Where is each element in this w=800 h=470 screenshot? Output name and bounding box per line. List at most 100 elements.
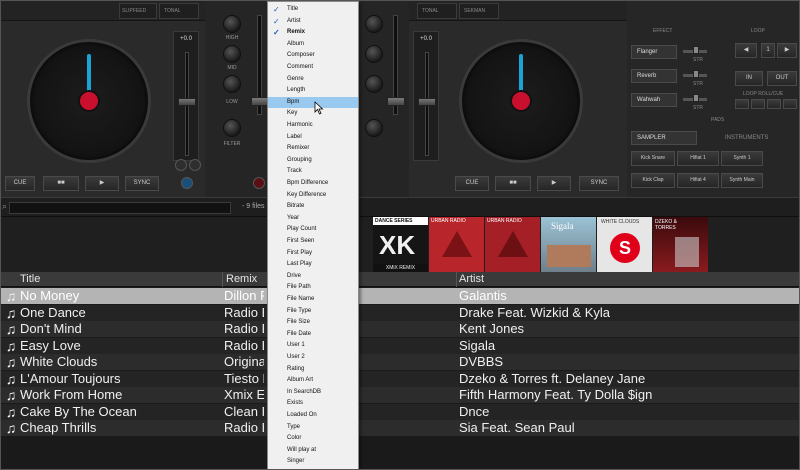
left-jog-wheel[interactable] (27, 39, 151, 163)
table-row[interactable]: ♫ White Clouds Origina DVBBS (1, 354, 799, 370)
left-cue-headphone-icon[interactable] (253, 177, 265, 189)
menu-item-play-count[interactable]: Play Count (268, 224, 358, 236)
menu-item-singer[interactable]: Singer (268, 456, 358, 468)
left-high-knob[interactable] (223, 15, 241, 33)
right-pitch-handle[interactable] (418, 98, 436, 106)
menu-item-remixer[interactable]: Remixer (268, 143, 358, 155)
right-volume-handle[interactable] (387, 97, 405, 106)
sampler-dropdown[interactable]: SAMPLER (631, 131, 697, 145)
effect-2-select[interactable]: Reverb (631, 69, 677, 83)
table-row[interactable]: ♫Don't Mind Radio E Kent Jones (1, 321, 799, 337)
loop-double-button[interactable]: ▶ (777, 43, 797, 58)
right-filter-knob[interactable] (365, 119, 383, 137)
menu-item-key-difference[interactable]: Key Difference (268, 190, 358, 202)
left-filter-knob[interactable] (223, 119, 241, 137)
left-cue-button[interactable]: CUE (5, 176, 35, 191)
right-low-knob[interactable] (365, 75, 383, 93)
sampler-pad-1[interactable]: Kick Snare (631, 151, 675, 166)
sampler-pad-3[interactable]: Synth 1 (721, 151, 763, 166)
menu-item-first-seen[interactable]: First Seen (268, 236, 358, 248)
menu-item-composer[interactable]: Composer (268, 50, 358, 62)
loop-in-button[interactable]: IN (735, 71, 763, 86)
menu-item-harmonic[interactable]: Harmonic (268, 120, 358, 132)
left-tab-2[interactable]: TONAL (159, 3, 199, 19)
right-mid-knob[interactable] (365, 45, 383, 63)
loop-roll-4-button[interactable] (783, 99, 797, 109)
left-tab-1[interactable]: SLIPFEED (119, 3, 157, 19)
left-pitch-handle[interactable] (178, 98, 196, 106)
menu-item-artist[interactable]: ✓ Artist (268, 16, 358, 28)
effect-2-slider-handle[interactable] (693, 70, 699, 78)
menu-item-genre[interactable]: Genre (268, 74, 358, 86)
menu-item-album-art[interactable]: Album Art (268, 375, 358, 387)
menu-item-file-type[interactable]: File Type (268, 306, 358, 318)
left-pitch-plus-button[interactable] (189, 159, 201, 171)
table-row[interactable]: ♫L'Amour Toujours Tiesto E Dzeko & Torres … (1, 370, 799, 387)
sampler-pad-2[interactable]: Hifiat 1 (677, 151, 719, 166)
column-header-title[interactable]: Title (1, 272, 223, 287)
white-clouds-cover[interactable]: WHITE CLOUDS S (597, 217, 652, 272)
left-pitch-minus-button[interactable] (175, 159, 187, 171)
menu-item-user-1[interactable]: User 1 (268, 340, 358, 352)
table-row[interactable]: ♫Easy Love Radio E Sigala (1, 337, 799, 354)
menu-item-loaded-on[interactable]: Loaded On (268, 410, 358, 422)
loop-half-button[interactable]: ◀ (735, 43, 757, 58)
right-cue-button[interactable]: CUE (455, 176, 489, 191)
menu-item-type[interactable]: Type (268, 422, 358, 434)
effect-3-select[interactable]: Wahwah (631, 93, 677, 107)
menu-item-will-play-at[interactable]: Will play at (268, 445, 358, 457)
menu-item-length[interactable]: Length (268, 85, 358, 97)
dance-series-cover[interactable]: DANCE SERIES XK XMiX REMIX (373, 217, 428, 272)
menu-item-exists[interactable]: Exists (268, 398, 358, 410)
table-row[interactable]: ♫ No Money Dillon F Galantis (1, 288, 799, 304)
menu-item-user-2[interactable]: User 2 (268, 352, 358, 364)
menu-item-label[interactable]: Label (268, 132, 358, 144)
menu-item-rating[interactable]: Rating (268, 364, 358, 376)
right-sync-button[interactable]: SYNC (579, 176, 619, 191)
left-settings-icon[interactable] (181, 177, 193, 189)
menu-item-remix[interactable]: ✓ Remix (268, 27, 358, 39)
right-high-knob[interactable] (365, 15, 383, 33)
menu-item-file-path[interactable]: File Path (268, 282, 358, 294)
sampler-pad-5[interactable]: Hifiat 4 (677, 173, 719, 188)
left-play-button[interactable]: ▶ (85, 176, 119, 191)
right-jog-wheel[interactable] (459, 39, 583, 163)
right-tab-1[interactable]: TONAL (417, 3, 457, 19)
menu-item-in-searchdb[interactable]: In SearchDB (268, 387, 358, 399)
menu-item-comment[interactable]: Comment (268, 62, 358, 74)
table-row[interactable]: ♫Cake By The Ocean Clean F Dnce (1, 403, 799, 420)
table-row[interactable]: ♫ Work From Home Xmix E Fifth Harmony Feat.… (1, 387, 799, 403)
menu-item-track[interactable]: Track (268, 166, 358, 178)
search-input[interactable] (9, 202, 231, 214)
dzeko-torres-cover[interactable]: DZEKO & TORRES (653, 217, 708, 272)
right-tab-2[interactable]: SEKMAN (459, 3, 499, 19)
effect-3-slider-handle[interactable] (693, 94, 699, 102)
menu-item-first-play[interactable]: First Play (268, 248, 358, 260)
left-mid-knob[interactable] (223, 45, 241, 63)
left-sync-button[interactable]: SYNC (125, 176, 159, 191)
menu-item-bitrate[interactable]: Bitrate (268, 201, 358, 213)
menu-item-file-date[interactable]: File Date (268, 329, 358, 341)
menu-item-last-play[interactable]: Last Play (268, 259, 358, 271)
column-header-artist[interactable]: Artist (457, 272, 799, 287)
loop-roll-3-button[interactable] (767, 99, 781, 109)
sampler-pad-6[interactable]: Synth Main (721, 173, 763, 188)
table-row[interactable]: ♫One Dance Radio E Drake Feat. Wizkid & Ky… (1, 304, 799, 321)
left-low-knob[interactable] (223, 75, 241, 93)
menu-item-drive[interactable]: Drive (268, 271, 358, 283)
loop-roll-2-button[interactable] (751, 99, 765, 109)
left-pause-button[interactable]: ■■ (43, 176, 79, 191)
menu-item-color[interactable]: Color (268, 433, 358, 445)
menu-item-title[interactable]: ✓ Title (268, 4, 358, 16)
menu-item-grouping[interactable]: Grouping (268, 155, 358, 167)
menu-item-year[interactable]: Year (268, 213, 358, 225)
menu-item-album[interactable]: Album (268, 39, 358, 51)
right-play-button[interactable]: ▶ (537, 176, 571, 191)
right-pause-button[interactable]: ■■ (495, 176, 531, 191)
effect-1-select[interactable]: Flanger (631, 45, 677, 59)
urban-radio-cover-1[interactable]: URBAN RADIO (429, 217, 484, 272)
menu-item-key[interactable]: Key (268, 108, 358, 120)
urban-radio-cover-2[interactable]: URBAN RADIO (485, 217, 540, 272)
menu-item-file-size[interactable]: File Size (268, 317, 358, 329)
menu-item-file-name[interactable]: File Name (268, 294, 358, 306)
